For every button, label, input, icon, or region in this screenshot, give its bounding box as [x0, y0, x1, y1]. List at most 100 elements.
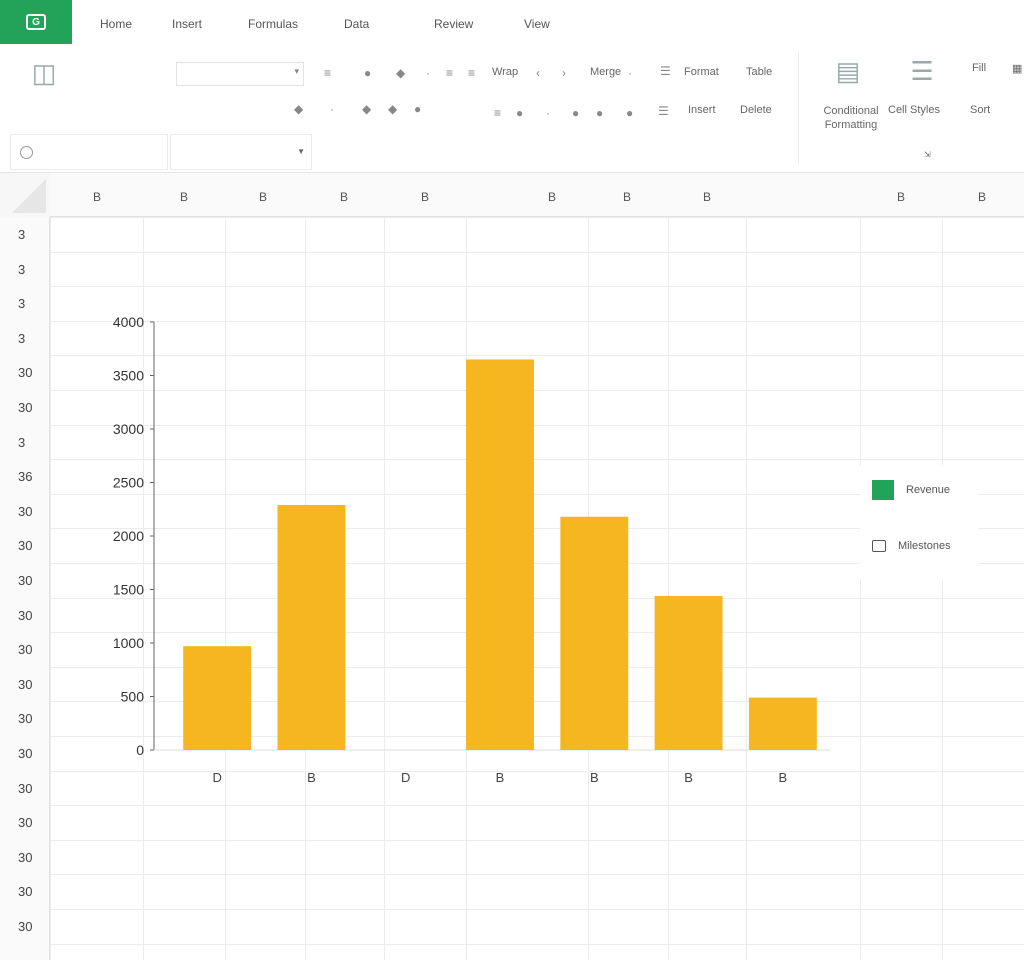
tab-insert[interactable]: Insert — [172, 17, 202, 31]
legend-swatch — [872, 540, 886, 552]
column-header[interactable]: B — [410, 190, 440, 204]
comma-icon[interactable]: · — [546, 106, 550, 120]
underline-icon[interactable]: · — [426, 66, 430, 80]
font-size-icon[interactable]: ≡ — [324, 66, 331, 80]
column-header[interactable]: B — [248, 190, 278, 204]
outdent-icon[interactable]: › — [562, 66, 566, 80]
column-header[interactable]: B — [692, 190, 722, 204]
y-tick-label: 0 — [136, 742, 144, 758]
row-header[interactable]: 3 — [0, 296, 50, 311]
bold-icon[interactable]: ● — [364, 66, 371, 80]
currency-icon[interactable]: ≡ — [494, 106, 501, 120]
row-header[interactable]: 30 — [0, 815, 50, 830]
expand-icon[interactable]: ▦ — [1012, 62, 1022, 75]
align-center-icon[interactable]: ≡ — [468, 66, 475, 80]
insert-icon[interactable]: ☰ — [658, 104, 669, 118]
percent-icon[interactable]: ● — [516, 106, 523, 120]
row-header[interactable]: 30 — [0, 781, 50, 796]
merge-button[interactable]: Merge — [590, 66, 621, 78]
column-header[interactable]: B — [82, 190, 112, 204]
column-header[interactable]: B — [967, 190, 997, 204]
menu-bar: G Home Insert Formulas Data Review View — [0, 0, 1024, 46]
clipboard-icon[interactable]: ◫ — [26, 56, 62, 90]
row-header[interactable]: 30 — [0, 400, 50, 415]
select-all-button[interactable] — [0, 173, 50, 217]
format-icon[interactable]: ☰ — [660, 64, 671, 78]
name-box[interactable] — [10, 134, 168, 170]
x-tick-label: B — [779, 770, 788, 785]
insert-button[interactable]: Insert — [688, 104, 716, 116]
y-tick-label: 3000 — [113, 421, 144, 437]
cell-styles-button[interactable]: Cell Styles — [888, 104, 940, 116]
tab-home[interactable]: Home — [100, 17, 132, 31]
conditional-formatting-button[interactable]: Conditional Formatting — [816, 104, 886, 132]
more-icon[interactable]: · — [628, 66, 632, 80]
italic-icon[interactable]: ◆ — [396, 66, 405, 80]
number-format-icon[interactable]: ● — [626, 106, 633, 120]
indent-icon[interactable]: ‹ — [536, 66, 540, 80]
row-header-bar — [0, 217, 50, 960]
legend-swatch — [872, 480, 894, 500]
x-tick-label: B — [684, 770, 693, 785]
row-header[interactable]: 30 — [0, 365, 50, 380]
fill-button[interactable]: Fill — [972, 62, 986, 74]
row-header[interactable]: 30 — [0, 711, 50, 726]
x-tick-label: B — [496, 770, 505, 785]
chevron-down-icon: ▾ — [294, 66, 299, 76]
x-tick-label: D — [212, 770, 221, 785]
table-button[interactable]: Table — [746, 66, 772, 78]
border-icon[interactable]: ◆ — [362, 102, 371, 116]
format-button[interactable]: Format — [684, 66, 719, 78]
row-header[interactable]: 3 — [0, 262, 50, 277]
tab-data[interactable]: Data — [344, 17, 369, 31]
ribbon-launcher-icon[interactable]: ⇲ — [924, 150, 931, 159]
conditional-formatting-icon[interactable]: ▤ — [830, 54, 866, 88]
font-color-icon[interactable]: ● — [414, 102, 421, 116]
chart-bar — [654, 595, 723, 750]
row-header[interactable]: 30 — [0, 919, 50, 934]
row-header[interactable]: 30 — [0, 677, 50, 692]
increase-font-icon[interactable]: · — [330, 102, 334, 116]
row-header[interactable]: 30 — [0, 573, 50, 588]
fill-color-icon[interactable]: ◆ — [388, 102, 397, 116]
align-left-icon[interactable]: ≡ — [446, 66, 453, 80]
x-tick-label: B — [307, 770, 316, 785]
row-header[interactable]: 36 — [0, 469, 50, 484]
column-header[interactable]: B — [886, 190, 916, 204]
row-header[interactable]: 30 — [0, 884, 50, 899]
tab-review[interactable]: Review — [434, 17, 473, 31]
row-header[interactable]: 30 — [0, 504, 50, 519]
column-header[interactable]: B — [329, 190, 359, 204]
row-header[interactable]: 3 — [0, 435, 50, 450]
font-family-select[interactable]: ▾ — [176, 62, 304, 86]
formula-input[interactable]: ▼ — [170, 134, 312, 170]
row-header[interactable]: 30 — [0, 642, 50, 657]
column-header[interactable]: B — [612, 190, 642, 204]
column-header[interactable]: B — [169, 190, 199, 204]
decrease-font-icon[interactable]: ◆ — [294, 102, 303, 116]
row-header[interactable]: 30 — [0, 850, 50, 865]
y-tick-label: 4000 — [113, 314, 144, 330]
column-header[interactable]: B — [537, 190, 567, 204]
decimal-increase-icon[interactable]: ● — [572, 106, 579, 120]
chart-legend: Revenue Milestones — [860, 466, 978, 580]
decimal-decrease-icon[interactable]: ● — [596, 106, 603, 120]
chart-bar — [277, 504, 346, 750]
y-tick-label: 3500 — [113, 368, 144, 384]
row-header[interactable]: 30 — [0, 538, 50, 553]
tab-formulas[interactable]: Formulas — [248, 17, 298, 31]
chevron-down-icon: ▼ — [297, 147, 305, 156]
row-header[interactable]: 30 — [0, 746, 50, 761]
y-tick-label: 500 — [121, 689, 145, 705]
sort-button[interactable]: Sort — [970, 104, 990, 116]
row-header[interactable]: 3 — [0, 227, 50, 242]
cell-styles-icon[interactable]: ☰ — [904, 54, 940, 88]
spreadsheet-icon: G — [26, 14, 46, 30]
delete-button[interactable]: Delete — [740, 104, 772, 116]
wrap-button[interactable]: Wrap — [492, 66, 518, 78]
row-header[interactable]: 3 — [0, 331, 50, 346]
tab-view[interactable]: View — [524, 17, 550, 31]
legend-item: Revenue — [872, 480, 950, 500]
app-logo[interactable]: G — [0, 0, 72, 44]
row-header[interactable]: 30 — [0, 608, 50, 623]
